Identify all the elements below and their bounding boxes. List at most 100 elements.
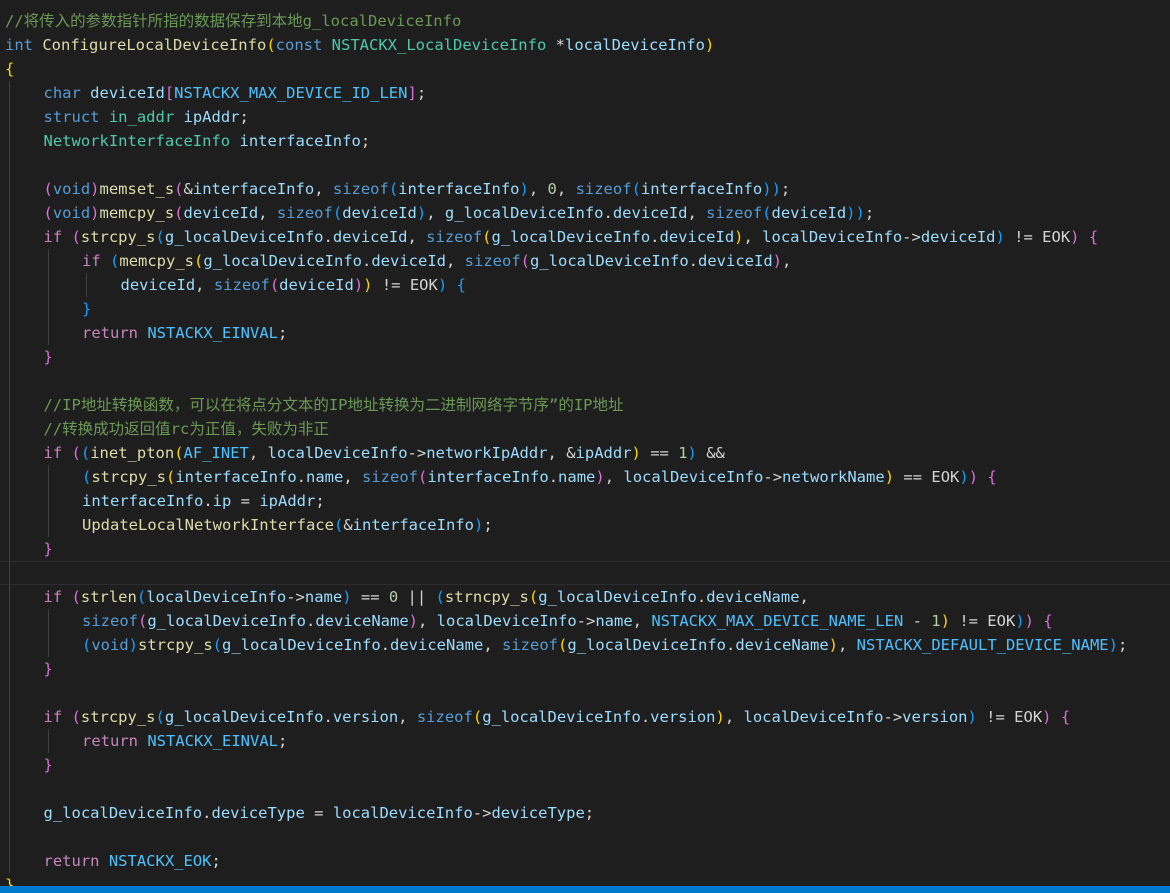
code-line[interactable]: if ((inet_pton(AF_INET, localDeviceInfo-… [0, 441, 1170, 465]
code-line[interactable]: NetworkInterfaceInfo interfaceInfo; [0, 129, 1170, 153]
code-token: sizeof [575, 180, 632, 198]
code-token: deviceName [706, 588, 800, 606]
code-token: -> [472, 804, 492, 822]
code-line[interactable]: if (memcpy_s(g_localDeviceInfo.deviceId,… [0, 249, 1170, 273]
code-token: NSTACKX_DEFAULT_DEVICE_NAME [856, 636, 1109, 654]
code-token: strcpy_s [138, 636, 213, 654]
code-token: , [782, 252, 792, 270]
code-token: interfaceInfo [640, 180, 763, 198]
code-line[interactable]: if (strlen(localDeviceInfo->name) == 0 |… [0, 585, 1170, 609]
code-line[interactable]: int ConfigureLocalDeviceInfo(const NSTAC… [0, 33, 1170, 57]
code-token: deviceId [771, 204, 847, 222]
code-token: . [696, 588, 707, 606]
code-token: strcpy_s [91, 468, 166, 486]
code-line[interactable]: return NSTACKX_EOK; [0, 849, 1170, 873]
code-line[interactable]: (void)strcpy_s(g_localDeviceInfo.deviceN… [0, 633, 1170, 657]
code-token: ( [174, 204, 184, 222]
code-line[interactable]: } [0, 873, 1170, 886]
code-token: ) [90, 180, 100, 198]
code-token: . [296, 468, 307, 486]
code-token: { [5, 60, 15, 78]
code-line[interactable]: } [0, 657, 1170, 681]
code-token: ) [772, 252, 782, 270]
code-token: ; [584, 804, 595, 822]
code-token: 1 [931, 612, 941, 630]
code-line[interactable]: } [0, 297, 1170, 321]
code-token: ( [155, 228, 165, 246]
code-line[interactable]: g_localDeviceInfo.deviceType = localDevi… [0, 801, 1170, 825]
code-line[interactable]: //IP地址转换函数，可以在将点分文本的IP地址转换为二进制网络字节序”的IP地… [0, 393, 1170, 417]
code-token: ( [435, 588, 445, 606]
code-token: NSTACKX_MAX_DEVICE_NAME_LEN [651, 612, 904, 630]
code-token: ( [82, 636, 92, 654]
code-token: ( [418, 468, 428, 486]
code-token: , [248, 444, 268, 462]
code-line[interactable]: (void)memcpy_s(deviceId, sizeof(deviceId… [0, 201, 1170, 225]
code-token: != EOK [949, 612, 1016, 630]
code-line[interactable]: UpdateLocalNetworkInterface(&interfaceIn… [0, 513, 1170, 537]
code-line[interactable]: } [0, 537, 1170, 561]
indent-guide [47, 249, 49, 345]
code-token: . [548, 468, 559, 486]
code-line[interactable] [0, 681, 1170, 705]
code-line[interactable]: interfaceInfo.ip = ipAddr; [0, 489, 1170, 513]
code-token: & [343, 516, 353, 534]
code-token: , [724, 708, 744, 726]
code-token: != EOK [372, 276, 438, 294]
code-line[interactable]: { [0, 57, 1170, 81]
code-token: , [195, 276, 214, 294]
code-line[interactable] [0, 153, 1170, 177]
code-token: sizeof [464, 252, 521, 270]
code-line[interactable]: } [0, 753, 1170, 777]
code-line[interactable]: struct in_addr ipAddr; [0, 105, 1170, 129]
code-token: } [43, 540, 53, 558]
code-token: deviceId [698, 252, 773, 270]
code-line[interactable] [0, 369, 1170, 393]
code-token: ( [71, 588, 81, 606]
code-token: . [380, 636, 390, 654]
code-token: deviceId [279, 276, 354, 294]
code-line[interactable]: //转换成功返回值rc为正值，失败为非正 [0, 417, 1170, 441]
code-token: AF_INET [183, 444, 249, 462]
code-token: { [1060, 708, 1071, 726]
code-token: . [305, 612, 316, 630]
code-editor[interactable]: //将传入的参数指针所指的数据保存到本地g_localDeviceInfo int… [0, 0, 1170, 886]
code-token: strcpy_s [80, 708, 156, 726]
code-token: , [446, 252, 465, 270]
code-token: ( [166, 468, 176, 486]
code-token: localDeviceInfo [743, 708, 884, 726]
code-token: if [43, 588, 63, 606]
code-token: g_localDeviceInfo [203, 252, 362, 270]
code-token: char [43, 84, 81, 102]
code-line[interactable]: return NSTACKX_EINVAL; [0, 321, 1170, 345]
code-token: ( [212, 636, 223, 654]
code-token: if [82, 252, 101, 270]
code-token: ) [828, 636, 838, 654]
code-line[interactable]: (void)memset_s(&interfaceInfo, sizeof(in… [0, 177, 1170, 201]
code-line[interactable]: if (strcpy_s(g_localDeviceInfo.deviceId,… [0, 225, 1170, 249]
code-token: void [91, 636, 129, 654]
code-line[interactable] [0, 561, 1170, 585]
code-token: ) [959, 468, 969, 486]
code-line[interactable]: //将传入的参数指针所指的数据保存到本地g_localDeviceInfo [0, 9, 1170, 33]
code-token: ; [780, 180, 791, 198]
code-line[interactable] [0, 825, 1170, 849]
code-token: ( [528, 588, 539, 606]
code-token: . [650, 228, 660, 246]
code-line[interactable]: (strcpy_s(interfaceInfo.name, sizeof(int… [0, 465, 1170, 489]
code-line[interactable]: sizeof(g_localDeviceInfo.deviceName), lo… [0, 609, 1170, 633]
code-token: ) [884, 468, 895, 486]
code-line[interactable]: char deviceId[NSTACKX_MAX_DEVICE_ID_LEN]… [0, 81, 1170, 105]
code-token: deviceType [211, 804, 305, 822]
code-token: inet_pton [90, 444, 175, 462]
code-token: version [332, 708, 399, 726]
code-token: ( [71, 228, 81, 246]
code-line[interactable]: if (strcpy_s(g_localDeviceInfo.version, … [0, 705, 1170, 729]
code-line[interactable]: deviceId, sizeof(deviceId)) != EOK) { [0, 273, 1170, 297]
code-line[interactable]: } [0, 345, 1170, 369]
code-line[interactable]: return NSTACKX_EINVAL; [0, 729, 1170, 753]
code-token: memset_s [99, 180, 175, 198]
code-line[interactable] [0, 777, 1170, 801]
code-token: g_localDeviceInfo [567, 636, 726, 654]
